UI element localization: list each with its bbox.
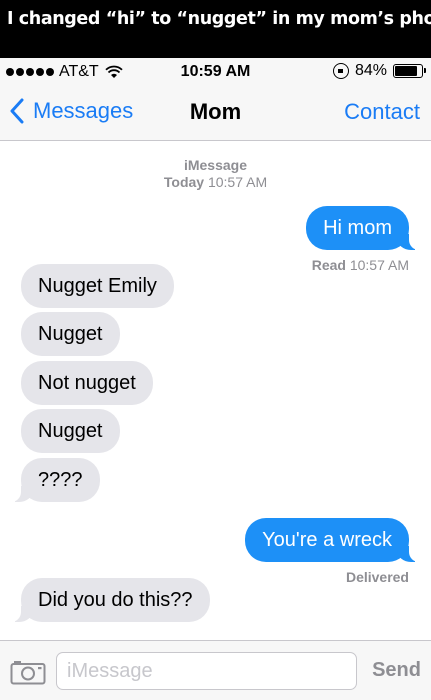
- navigation-bar: Messages Mom Contact: [0, 86, 431, 141]
- battery-icon: [393, 64, 426, 78]
- message-bubble-received[interactable]: Did you do this??: [11, 578, 210, 622]
- message-bubble-received[interactable]: Not nugget: [21, 361, 153, 405]
- back-label: Messages: [33, 98, 134, 123]
- message-bubble-sent[interactable]: Hi mom: [306, 206, 419, 250]
- timestamp-day: Today: [163, 174, 205, 190]
- read-label: Read: [311, 257, 346, 273]
- service-name: iMessage: [183, 157, 248, 173]
- message-bubble-received[interactable]: Nugget Emily: [21, 264, 174, 308]
- battery-fill: [395, 66, 417, 76]
- message-bubble-sent[interactable]: You're a wreck: [245, 518, 419, 562]
- message-bubble-received[interactable]: Nugget: [21, 312, 120, 356]
- send-button[interactable]: Send: [372, 659, 421, 682]
- delivered-label: Delivered: [345, 569, 409, 585]
- read-time: 10:57 AM: [349, 257, 409, 273]
- timestamp-time: 10:57 AM: [207, 174, 268, 190]
- contact-button[interactable]: Contact: [344, 99, 420, 125]
- caption-banner: I changed “hi” to “nugget” in my mom’s p…: [0, 0, 431, 58]
- delivered-receipt: Delivered: [346, 569, 409, 585]
- status-bar: AT&T 10:59 AM 84%: [0, 58, 431, 86]
- battery-percent: 84%: [354, 62, 387, 79]
- message-bubble-received[interactable]: ????: [11, 458, 100, 502]
- status-right: 84%: [332, 62, 426, 80]
- camera-icon[interactable]: [10, 659, 46, 685]
- back-to-messages-button[interactable]: Messages: [9, 98, 133, 124]
- message-bubble-received[interactable]: Nugget: [21, 409, 120, 453]
- rotation-lock-icon: [332, 63, 349, 79]
- chevron-left-icon: [10, 98, 24, 124]
- message-input-bar: Send: [0, 640, 431, 700]
- service-label: iMessage: [0, 157, 431, 174]
- read-receipt: Read 10:57 AM: [312, 257, 409, 273]
- thread-timestamp: Today 10:57 AM: [0, 174, 431, 191]
- message-input[interactable]: [56, 652, 357, 690]
